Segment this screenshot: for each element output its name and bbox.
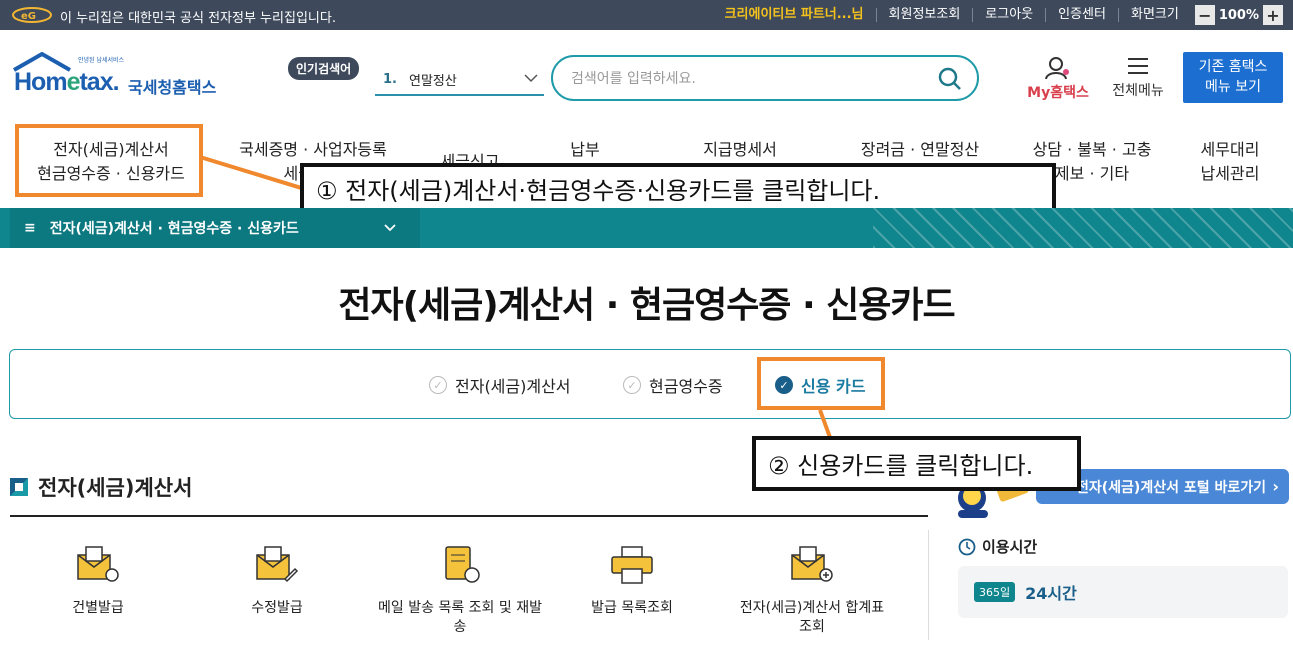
envelope-edit-icon xyxy=(256,546,299,583)
envelope-gear-icon xyxy=(77,546,119,582)
popular-term: 연말정산 xyxy=(408,73,457,89)
user-links: 크리에이티브 파트너...님 회원정보조회 로그아웃 인증센터 화면크기 − 1… xyxy=(713,5,1287,25)
search-placeholder: 검색어를 입력하세요. xyxy=(571,71,696,87)
check-circle-icon: ✓ xyxy=(623,376,641,394)
hamburger-icon xyxy=(1128,58,1148,74)
hometax-logo[interactable]: 안녕된 납세서비스 Hometax. 국세청홈택스 xyxy=(10,52,230,102)
clock-icon xyxy=(958,538,976,555)
section-square-icon xyxy=(10,478,28,496)
screen-size-label: 화면크기 xyxy=(1117,8,1191,22)
gov-notice: 이 누리집은 대한민국 공식 전자정부 누리집입니다. xyxy=(60,11,336,26)
highlight-nav-einvoice xyxy=(15,124,203,197)
old-hometax-button[interactable]: 기존 홈택스 메뉴 보기 xyxy=(1183,52,1283,103)
nav-item-payment[interactable]: 납부 xyxy=(545,138,625,162)
callout-step1: ① 전자(세금)계산서·현금영수증·신용카드를 클릭합니다. xyxy=(300,163,1056,214)
all-menu-button[interactable]: 전체메뉴 xyxy=(1106,58,1170,100)
service-mail-resend[interactable]: 메일 발송 목록 조회 및 재발송 xyxy=(375,545,545,637)
zoom-in-button[interactable]: + xyxy=(1263,5,1283,25)
service-summary-inquiry[interactable]: 전자(세금)계산서 합계표 조회 xyxy=(732,545,892,637)
hours-box: 365일 24시간 xyxy=(958,566,1288,618)
search-icon[interactable] xyxy=(937,66,963,92)
vertical-divider xyxy=(928,530,929,640)
section-divider xyxy=(10,515,928,517)
chevron-down-icon xyxy=(384,224,396,232)
highlight-tab-credit-card xyxy=(757,357,885,410)
site-header: 안녕된 납세서비스 Hometax. 국세청홈택스 인기검색어 1. 연말정산 … xyxy=(0,30,1293,120)
user-icon xyxy=(1045,57,1069,80)
gov-topbar: eG 이 누리집은 대한민국 공식 전자정부 누리집입니다. 크리에이티브 파트… xyxy=(0,0,1293,30)
chevron-down-icon xyxy=(524,74,538,83)
service-single-issue[interactable]: 건별발급 xyxy=(18,545,178,618)
breadcrumb-label: 전자(세금)계산서 · 현금영수증 · 신용카드 xyxy=(49,221,299,237)
logo-subtitle: 안녕된 납세서비스 xyxy=(78,57,125,64)
breadcrumb-arrow xyxy=(402,208,416,248)
check-circle-icon: ✓ xyxy=(429,376,447,394)
nav-item-tax-agent[interactable]: 세무대리 납세관리 xyxy=(1190,138,1270,186)
user-name-link[interactable]: 크리에이티브 파트너...님 xyxy=(713,8,876,22)
zoom-out-button[interactable]: − xyxy=(1194,5,1215,25)
hours-title: 이용시간 xyxy=(958,536,1037,557)
hours-value: 24시간 xyxy=(1025,584,1077,603)
scroll-mail-icon xyxy=(445,546,480,583)
popular-rank: 1. xyxy=(383,71,397,87)
gov-emblem-icon: eG xyxy=(12,7,52,23)
section-title: 전자(세금)계산서 xyxy=(10,472,192,502)
tab-einvoice[interactable]: ✓ 전자(세금)계산서 xyxy=(429,373,571,397)
breadcrumb[interactable]: ≡ 전자(세금)계산서 · 현금영수증 · 신용카드 xyxy=(10,208,420,248)
popular-search-select[interactable]: 1. 연말정산 xyxy=(375,64,544,96)
printer-icon xyxy=(611,546,653,584)
service-amend-issue[interactable]: 수정발급 xyxy=(197,545,357,618)
my-hometax-button[interactable]: My홈택스 xyxy=(1023,56,1093,102)
nav-item-incentive[interactable]: 장려금 · 연말정산 xyxy=(850,138,990,162)
chevron-right-icon: › xyxy=(1272,477,1279,496)
popular-search-badge: 인기검색어 xyxy=(288,57,360,80)
category-tabs: ✓ 전자(세금)계산서 ✓ 현금영수증 ✓ 신용 카드 xyxy=(9,349,1291,419)
logo-wordmark: Hometax. xyxy=(14,68,120,96)
decorative-pattern xyxy=(873,208,1293,248)
logo-korean: 국세청홈택스 xyxy=(128,78,217,97)
envelope-plus-icon xyxy=(791,546,833,582)
logout-link[interactable]: 로그아웃 xyxy=(972,8,1045,22)
hours-badge: 365일 xyxy=(974,582,1016,602)
tab-cash-receipt[interactable]: ✓ 현금영수증 xyxy=(623,373,723,397)
svg-text:eG: eG xyxy=(21,11,36,22)
search-input[interactable]: 검색어를 입력하세요. xyxy=(551,55,979,101)
nav-item-payment-statement[interactable]: 지급명세서 xyxy=(690,138,790,162)
cert-center-link[interactable]: 인증센터 xyxy=(1045,8,1118,22)
menu-icon: ≡ xyxy=(24,220,36,236)
callout-step2: ② 신용카드를 클릭합니다. xyxy=(752,436,1081,491)
breadcrumb-bar: ≡ 전자(세금)계산서 · 현금영수증 · 신용카드 xyxy=(0,208,1293,248)
service-issue-list[interactable]: 발급 목록조회 xyxy=(552,545,712,618)
page-title: 전자(세금)계산서 · 현금영수증 · 신용카드 xyxy=(338,285,955,326)
member-info-link[interactable]: 회원정보조회 xyxy=(875,8,973,22)
zoom-level: 100% xyxy=(1218,7,1259,23)
